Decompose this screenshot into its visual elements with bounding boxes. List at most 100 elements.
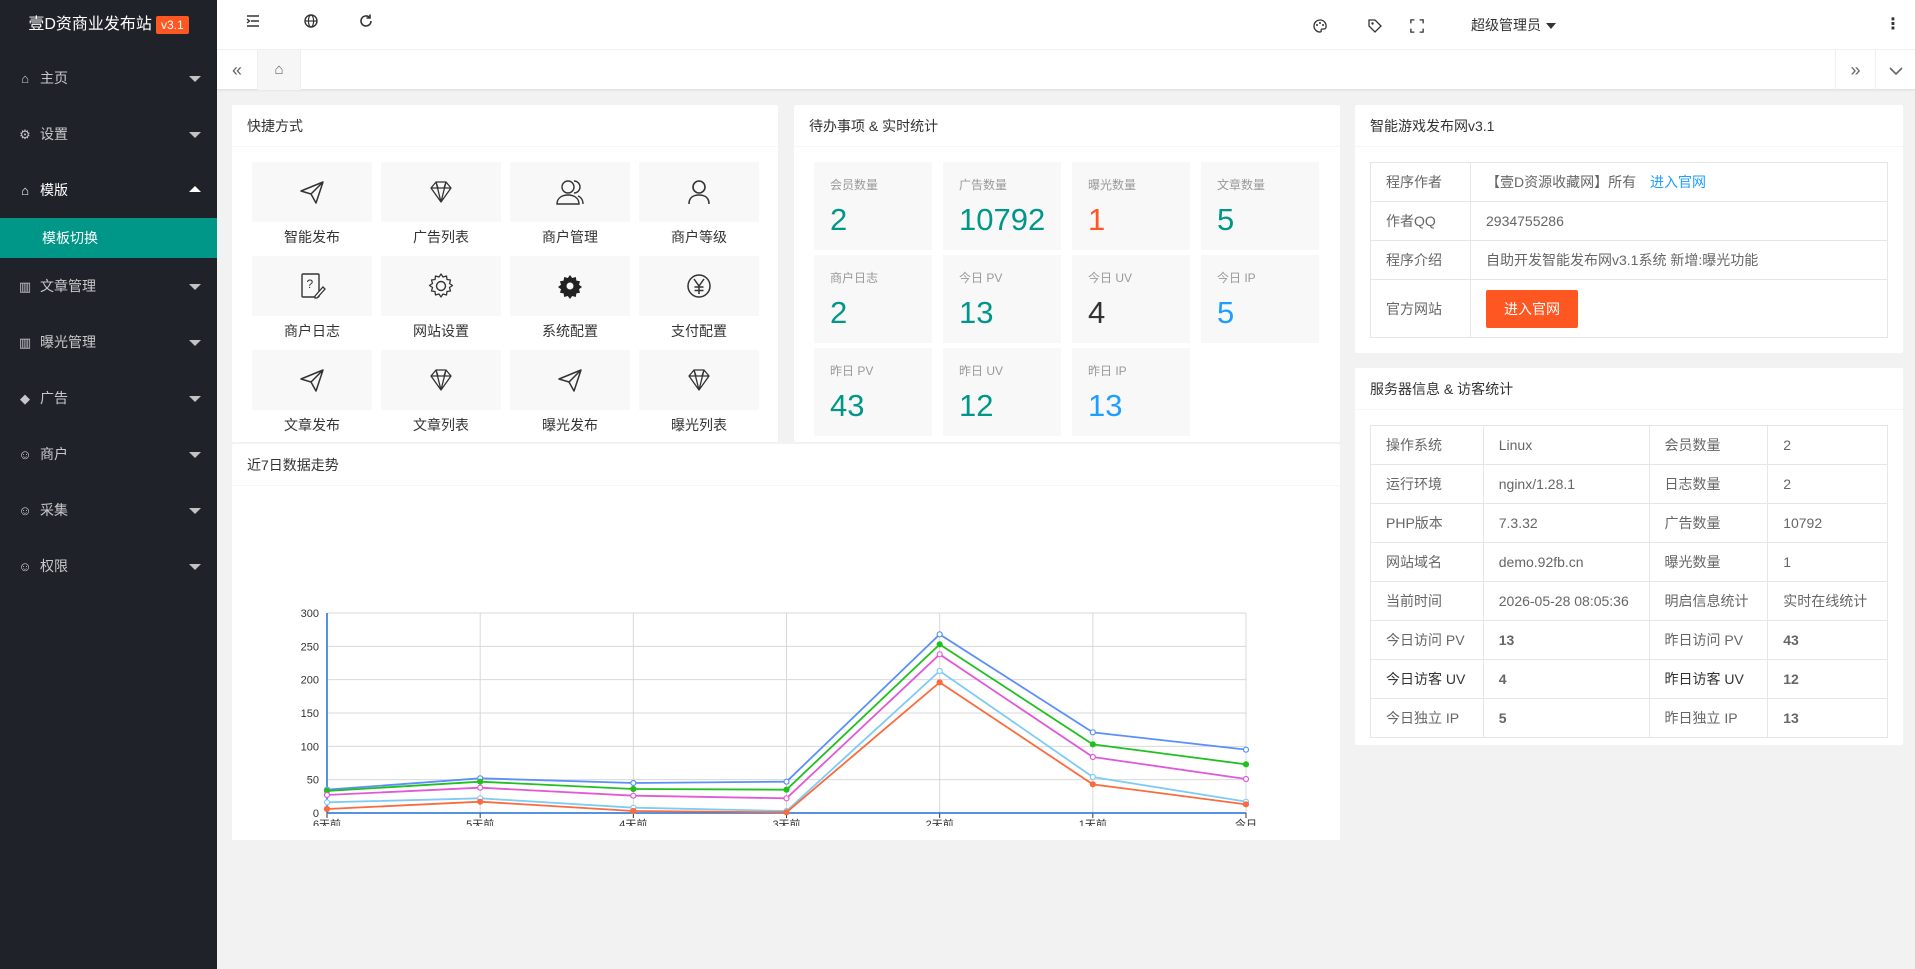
server-key: 昨日访问 PV bbox=[1648, 620, 1769, 660]
sidebar-item-3[interactable]: ▥ 文章管理 bbox=[0, 258, 217, 314]
table-row: 程序作者 【壹D资源收藏网】所有 进入官网 bbox=[1370, 162, 1888, 202]
home-icon: ⌂ bbox=[21, 71, 29, 86]
server-key: 网站域名 bbox=[1370, 542, 1484, 582]
table-row: 操作系统 Linux 会员数量 2 bbox=[1370, 425, 1888, 465]
tag-icon[interactable] bbox=[1367, 0, 1387, 50]
tabs-bar: « ⌂ » bbox=[217, 50, 1915, 90]
server-value: 13 bbox=[1767, 698, 1888, 738]
official-site-link[interactable]: 进入官网 bbox=[1650, 174, 1706, 190]
series-point bbox=[1242, 761, 1250, 768]
server-value: 4 bbox=[1482, 659, 1650, 699]
series-point bbox=[936, 651, 943, 658]
app-logo[interactable]: 壹D资商业发布站 v3.1 bbox=[0, 0, 217, 50]
shortcut-item[interactable]: 支付配置 bbox=[639, 256, 759, 341]
stat-label: 昨日 PV bbox=[830, 364, 874, 378]
server-value: 7.3.32 bbox=[1482, 503, 1650, 543]
stat-label: 今日 IP bbox=[1217, 271, 1256, 285]
server-key: 日志数量 bbox=[1648, 464, 1769, 504]
stat-value: 13 bbox=[1088, 388, 1123, 423]
stat-tile: 昨日 UV 12 bbox=[943, 348, 1061, 436]
tabs-next-icon[interactable]: » bbox=[1835, 50, 1875, 90]
shortcut-item[interactable]: 商户管理 bbox=[510, 162, 630, 247]
about-table: 程序作者 【壹D资源收藏网】所有 进入官网 作者QQ 2934755286 程序… bbox=[1370, 162, 1888, 338]
y-tick-label: 150 bbox=[301, 708, 319, 720]
shortcut-label: 广告列表 bbox=[413, 229, 469, 245]
shortcut-item[interactable]: 智能发布 bbox=[252, 162, 372, 247]
sidebar-item-6[interactable]: ☺ 商户 bbox=[0, 426, 217, 482]
sidebar-item-4[interactable]: ▥ 曝光管理 bbox=[0, 314, 217, 370]
shortcut-item[interactable]: 网站设置 bbox=[381, 256, 501, 341]
table-row: 运行环境 nginx/1.28.1 日志数量 2 bbox=[1370, 464, 1888, 504]
shortcut-item[interactable]: 文章列表 bbox=[381, 350, 501, 435]
sidebar-item-label: 采集 bbox=[40, 502, 68, 518]
official-site-button[interactable]: 进入官网 bbox=[1486, 289, 1578, 328]
shortcut-label: 商户管理 bbox=[542, 229, 598, 245]
table-row: 官方网站 进入官网 bbox=[1370, 279, 1888, 338]
shortcut-label: 系统配置 bbox=[542, 323, 598, 339]
menu-collapse-icon[interactable] bbox=[233, 0, 273, 50]
sidebar-subitem-template-switch[interactable]: 模板切换 bbox=[0, 218, 217, 258]
stat-tile: 今日 PV 13 bbox=[943, 255, 1061, 343]
shortcut-item[interactable]: 广告列表 bbox=[381, 162, 501, 247]
shortcut-label: 支付配置 bbox=[671, 323, 727, 339]
series-point bbox=[936, 667, 943, 675]
stat-label: 曝光数量 bbox=[1088, 178, 1137, 192]
user-icon: ☺ bbox=[18, 447, 32, 462]
user-icon: ☺ bbox=[18, 559, 32, 574]
shortcut-item[interactable]: ? 商户日志 bbox=[252, 256, 372, 341]
stat-tile: 昨日 IP 13 bbox=[1072, 348, 1190, 436]
about-value: 自助开发智能发布网v3.1系统 新增:曝光功能 bbox=[1470, 240, 1888, 280]
series-point bbox=[630, 792, 637, 799]
shortcut-item[interactable]: 曝光发布 bbox=[510, 350, 630, 435]
server-card: 服务器信息 & 访客统计 操作系统 Linux 会员数量 2 运行环境 nginx/1.2… bbox=[1355, 368, 1903, 745]
stat-label: 昨日 UV bbox=[959, 364, 1004, 378]
user-icon bbox=[639, 162, 759, 222]
fullscreen-icon[interactable] bbox=[1410, 0, 1430, 50]
about-key: 程序作者 bbox=[1370, 162, 1471, 202]
stat-label: 今日 PV bbox=[959, 271, 1003, 285]
sidebar-item-7[interactable]: ☺ 采集 bbox=[0, 482, 217, 538]
server-value: 2 bbox=[1767, 425, 1888, 465]
server-key: 操作系统 bbox=[1370, 425, 1484, 465]
shortcut-label: 曝光发布 bbox=[542, 417, 598, 433]
series-point bbox=[1089, 753, 1096, 761]
sidebar-item-8[interactable]: ☺ 权限 bbox=[0, 538, 217, 594]
sidebar-item-label: 设置 bbox=[40, 126, 68, 142]
shortcut-item[interactable]: 商户等级 bbox=[639, 162, 759, 247]
shortcut-item[interactable]: 文章发布 bbox=[252, 350, 372, 435]
tab-home[interactable]: ⌂ bbox=[257, 50, 301, 90]
server-value: demo.92fb.cn bbox=[1482, 542, 1650, 582]
theme-icon[interactable] bbox=[1312, 0, 1332, 50]
stat-value: 12 bbox=[959, 388, 994, 423]
refresh-icon[interactable] bbox=[346, 0, 386, 50]
server-value: Linux bbox=[1482, 425, 1650, 465]
shortcut-item[interactable]: 曝光列表 bbox=[639, 350, 759, 435]
sidebar-item-label: 曝光管理 bbox=[40, 334, 96, 350]
stat-tile: 今日 UV 4 bbox=[1072, 255, 1190, 343]
server-value: nginx/1.28.1 bbox=[1482, 464, 1650, 504]
table-row: 今日独立 IP 5 昨日独立 IP 13 bbox=[1370, 698, 1888, 738]
tabs-menu-icon[interactable] bbox=[1875, 50, 1915, 90]
sidebar-item-2[interactable]: ⌂ 模版 bbox=[0, 162, 217, 218]
y-tick-label: 100 bbox=[301, 741, 319, 753]
series-point bbox=[323, 805, 331, 813]
users-icon bbox=[510, 162, 630, 222]
gear-icon bbox=[381, 256, 501, 316]
chevron-down-icon bbox=[189, 132, 201, 138]
sidebar-item-0[interactable]: ⌂ 主页 bbox=[0, 50, 217, 106]
globe-icon[interactable] bbox=[291, 0, 331, 50]
more-icon[interactable]: ⋮ bbox=[1885, 0, 1905, 50]
sidebar-item-5[interactable]: ◆ 广告 bbox=[0, 370, 217, 426]
x-tick-label: 今日 bbox=[1235, 817, 1257, 826]
x-tick-label: 2天前 bbox=[926, 817, 954, 826]
shortcut-label: 商户日志 bbox=[284, 323, 340, 339]
tabs-prev-icon[interactable]: « bbox=[217, 50, 257, 90]
admin-menu[interactable]: 超级管理员 bbox=[1471, 0, 1556, 50]
paper-plane-icon bbox=[252, 162, 372, 222]
sidebar-item-1[interactable]: ⚙ 设置 bbox=[0, 106, 217, 162]
server-table: 操作系统 Linux 会员数量 2 运行环境 nginx/1.28.1 日志数量 2 PHP版本… bbox=[1370, 425, 1888, 738]
shortcut-item[interactable]: 系统配置 bbox=[510, 256, 630, 341]
y-tick-label: 250 bbox=[301, 641, 319, 653]
server-value: 12 bbox=[1767, 659, 1888, 699]
shortcut-label: 文章列表 bbox=[413, 417, 469, 433]
